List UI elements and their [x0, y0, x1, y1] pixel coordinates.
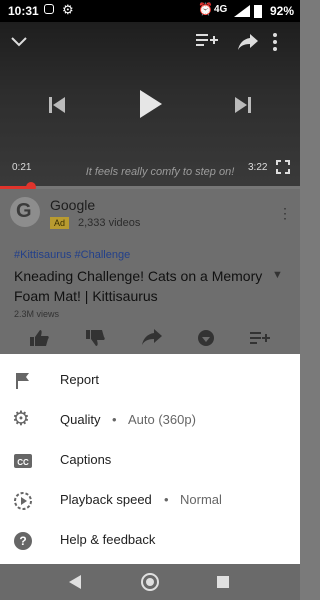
video-info: G Google Ad 2,333 videos ⋮ #Kittisaurus … [0, 189, 300, 354]
menu-item-label: Captions [60, 452, 112, 467]
menu-item-report[interactable]: Report [0, 360, 300, 400]
menu-item-captions[interactable]: CC Captions [0, 440, 300, 480]
menu-item-quality[interactable]: ⚙ Quality • Auto (360p) [0, 400, 300, 440]
settings-gear-icon: ⚙ [62, 2, 74, 17]
network-type: 4G [214, 4, 228, 15]
google-logo-icon: G [16, 200, 32, 222]
playback-speed-icon [14, 492, 32, 510]
add-to-playlist-icon[interactable] [196, 32, 218, 50]
video-subtitle: It feels really comfy to step on! [85, 166, 235, 178]
channel-more-icon[interactable]: ⋮ [278, 205, 292, 222]
chevron-down-icon[interactable] [10, 36, 28, 48]
video-title: Kneading Challenge! Cats on a Memory Foa… [14, 268, 263, 304]
flag-icon [16, 373, 29, 389]
help-icon: ? [14, 532, 32, 550]
svg-text:?: ? [19, 534, 26, 548]
menu-item-label: Quality [60, 412, 101, 427]
hashtags[interactable]: #Kittisaurus #Challenge [14, 249, 130, 261]
alarm-icon: ⏰ [198, 2, 213, 16]
separator-dot: • [112, 412, 117, 427]
expand-description-icon[interactable]: ▼ [272, 269, 283, 281]
video-count: 2,333 videos [78, 217, 141, 229]
options-bottom-sheet: Report ⚙ Quality • Auto (360p) CC Captio… [0, 354, 300, 564]
next-icon[interactable] [234, 96, 252, 114]
previous-icon[interactable] [48, 96, 66, 114]
save-to-playlist-icon[interactable] [248, 329, 272, 347]
fullscreen-icon[interactable] [276, 160, 290, 174]
share-icon[interactable] [238, 34, 258, 50]
menu-item-label: Playback speed [60, 492, 152, 507]
shield-icon [44, 4, 54, 14]
current-time: 0:21 [12, 162, 32, 173]
quality-value: Auto (360p) [128, 412, 196, 427]
more-options-icon[interactable] [272, 32, 278, 52]
svg-text:CC: CC [17, 458, 29, 467]
gear-icon: ⚙ [12, 408, 30, 430]
duration: 3:22 [248, 162, 268, 173]
play-icon[interactable] [138, 88, 164, 120]
back-icon[interactable] [68, 574, 82, 590]
playback-speed-value: Normal [180, 492, 222, 507]
menu-item-help[interactable]: ? Help & feedback [0, 520, 300, 560]
battery-percent: 92% [269, 4, 294, 18]
view-count: 2.3M views [14, 309, 60, 319]
cc-icon: CC [14, 454, 32, 468]
menu-item-label: Help & feedback [60, 532, 156, 547]
menu-item-label: Report [60, 372, 100, 387]
signal-icon [234, 5, 250, 17]
separator-dot: • [164, 492, 169, 507]
channel-avatar[interactable]: G [10, 197, 40, 227]
channel-name[interactable]: Google [50, 197, 95, 213]
video-player[interactable]: It feels really comfy to step on! 0:21 3… [0, 22, 300, 188]
like-icon[interactable] [28, 329, 52, 347]
system-nav-bar [0, 564, 300, 600]
home-icon[interactable] [140, 572, 160, 592]
ad-badge: Ad [50, 217, 70, 229]
status-bar: 10:31 ⚙ ⏰ 4G 92% [0, 0, 300, 22]
dislike-icon[interactable] [84, 329, 108, 347]
recents-icon[interactable] [216, 575, 230, 589]
status-time: 10:31 [8, 4, 39, 18]
download-icon[interactable] [194, 329, 218, 347]
battery-icon [254, 5, 262, 18]
menu-item-playback-speed[interactable]: Playback speed • Normal [0, 480, 300, 520]
share-action-icon[interactable] [140, 329, 164, 347]
